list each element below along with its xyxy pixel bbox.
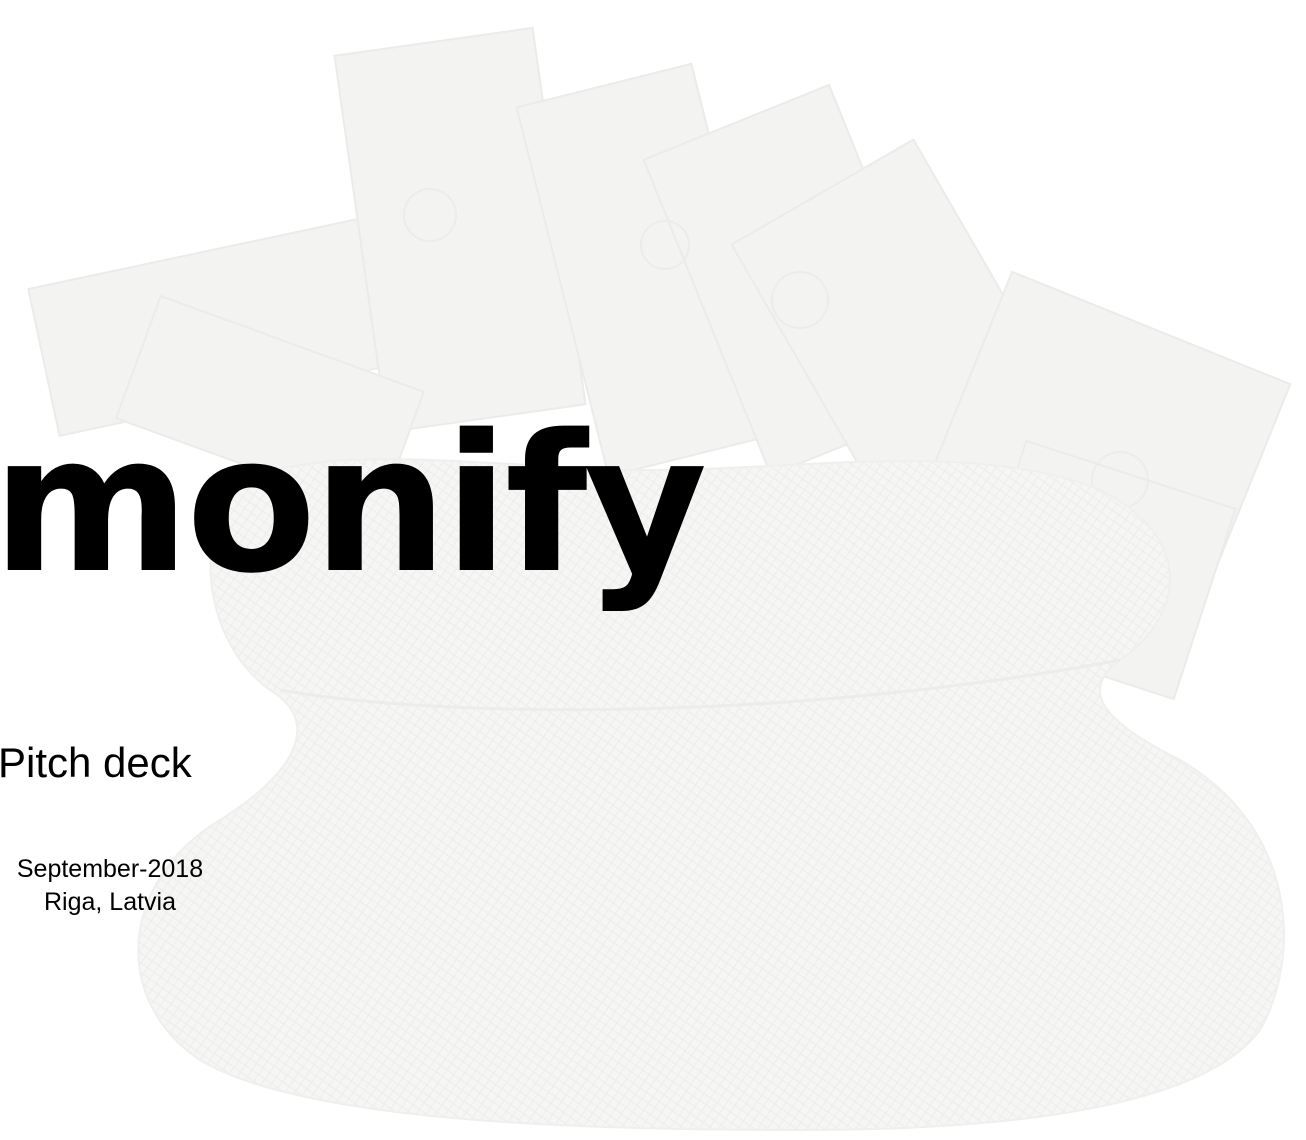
slide-meta: September-2018 Riga, Latvia: [0, 853, 230, 919]
company-logo-title: monify: [0, 394, 707, 615]
slide-subtitle: Pitch deck: [0, 739, 192, 786]
presentation-date: September-2018: [16, 855, 204, 883]
title-slide: monify Pitch deck September-2018 Riga, L…: [0, 0, 1306, 1140]
presentation-location: Riga, Latvia: [43, 888, 177, 916]
